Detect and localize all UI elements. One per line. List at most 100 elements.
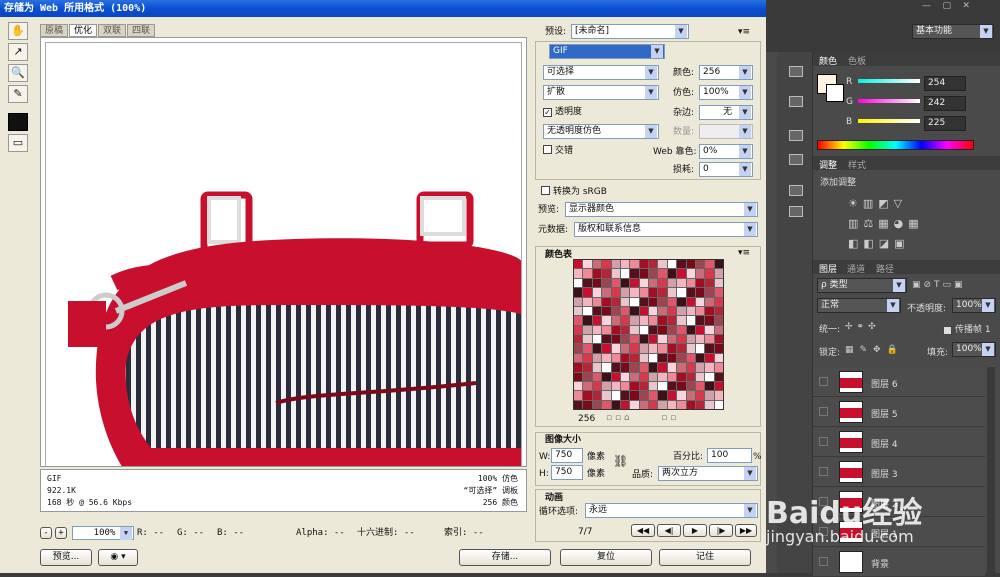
- palette-swatch[interactable]: [602, 278, 611, 288]
- palette-swatch[interactable]: [592, 391, 602, 400]
- palette-swatch[interactable]: [649, 372, 658, 381]
- tab-channels[interactable]: 通道: [847, 262, 865, 275]
- palette-swatch[interactable]: [611, 297, 620, 306]
- palette-swatch[interactable]: [677, 344, 686, 353]
- palette-swatch[interactable]: [639, 297, 648, 306]
- palette-swatch[interactable]: [649, 325, 658, 334]
- palette-swatch[interactable]: [686, 269, 695, 278]
- palette-swatch[interactable]: [611, 381, 620, 391]
- palette-swatch[interactable]: [630, 269, 639, 278]
- palette-swatch[interactable]: [639, 260, 648, 269]
- palette-swatch[interactable]: [705, 400, 714, 409]
- palette-swatch[interactable]: [611, 325, 620, 334]
- transparency-dither-select[interactable]: 无透明度仿色: [543, 124, 659, 139]
- palette-swatch[interactable]: [714, 269, 723, 278]
- zoom-select[interactable]: 100%: [72, 526, 134, 540]
- palette-swatch[interactable]: [695, 344, 705, 353]
- tool-preset-icon[interactable]: [789, 154, 803, 165]
- palette-swatch[interactable]: [611, 335, 620, 344]
- palette-swatch[interactable]: [574, 335, 583, 344]
- adjustment-icons[interactable]: ☀▥◩▽ ▥⚖▦◕▦ ◧◧◪▣: [848, 194, 958, 254]
- palette-swatch[interactable]: [667, 325, 677, 334]
- palette-swatch[interactable]: [583, 344, 592, 353]
- palette-swatch[interactable]: [630, 316, 639, 325]
- palette-swatch[interactable]: [705, 381, 714, 391]
- palette-swatch[interactable]: [630, 391, 639, 400]
- palette-swatch[interactable]: [658, 260, 667, 269]
- palette-swatch[interactable]: [620, 325, 630, 334]
- height-input[interactable]: 750: [551, 465, 583, 480]
- palette-swatch[interactable]: [695, 288, 705, 297]
- palette-swatch[interactable]: [686, 363, 695, 372]
- palette-swatch[interactable]: [630, 260, 639, 269]
- palette-swatch[interactable]: [677, 269, 686, 278]
- color-table-menu-icon[interactable]: ▾≡: [738, 247, 750, 259]
- palette-swatch[interactable]: [677, 297, 686, 306]
- palette-swatch[interactable]: [695, 400, 705, 409]
- palette-swatch[interactable]: [611, 363, 620, 372]
- palette-swatch[interactable]: [695, 260, 705, 269]
- palette-swatch[interactable]: [686, 391, 695, 400]
- opacity-input[interactable]: 100%: [952, 298, 996, 313]
- palette-swatch[interactable]: [649, 260, 658, 269]
- palette-swatch[interactable]: [583, 391, 592, 400]
- palette-swatch[interactable]: [592, 306, 602, 316]
- format-select[interactable]: GIF: [549, 44, 665, 59]
- palette-swatch[interactable]: [667, 353, 677, 363]
- palette-swatch[interactable]: [686, 381, 695, 391]
- palette-swatch[interactable]: [602, 363, 611, 372]
- preview-button[interactable]: 预览...: [40, 549, 92, 566]
- palette-swatch[interactable]: [667, 381, 677, 391]
- colors-input[interactable]: 256: [699, 65, 753, 80]
- palette-swatch[interactable]: [658, 278, 667, 288]
- palette-swatch[interactable]: [705, 353, 714, 363]
- palette-swatch[interactable]: [714, 372, 723, 381]
- palette-swatch[interactable]: [639, 353, 648, 363]
- palette-swatch[interactable]: [620, 353, 630, 363]
- palette-swatch[interactable]: [620, 316, 630, 325]
- percent-input[interactable]: 100: [707, 448, 752, 463]
- palette-swatch[interactable]: [574, 288, 583, 297]
- palette-swatch[interactable]: [611, 278, 620, 288]
- palette-swatch[interactable]: [686, 316, 695, 325]
- tab-color[interactable]: 颜色: [819, 54, 837, 67]
- last-frame-button[interactable]: ▶▶: [735, 524, 757, 537]
- palette-swatch[interactable]: [677, 260, 686, 269]
- palette-swatch[interactable]: [649, 353, 658, 363]
- palette-swatch[interactable]: [658, 391, 667, 400]
- palette-swatch[interactable]: [630, 335, 639, 344]
- history-icon[interactable]: [789, 66, 803, 77]
- palette-swatch[interactable]: [658, 306, 667, 316]
- zoom-out-button[interactable]: -: [40, 527, 52, 539]
- layer-row[interactable]: 图层 6: [813, 368, 985, 397]
- palette-swatch[interactable]: [714, 325, 723, 334]
- palette-swatch[interactable]: [695, 353, 705, 363]
- eyedropper-tool-icon[interactable]: ✎: [8, 85, 28, 103]
- palette-swatch[interactable]: [695, 278, 705, 288]
- palette-swatch[interactable]: [714, 381, 723, 391]
- palette-swatch[interactable]: [667, 316, 677, 325]
- palette-swatch[interactable]: [649, 344, 658, 353]
- palette-swatch[interactable]: [583, 306, 592, 316]
- palette-swatch[interactable]: [686, 335, 695, 344]
- palette-swatch[interactable]: [639, 381, 648, 391]
- palette-swatch[interactable]: [592, 344, 602, 353]
- palette-swatch[interactable]: [686, 325, 695, 334]
- palette-swatch[interactable]: [602, 316, 611, 325]
- visibility-icon[interactable]: [819, 437, 828, 446]
- palette-swatch[interactable]: [583, 353, 592, 363]
- palette-swatch[interactable]: [658, 269, 667, 278]
- palette-swatch[interactable]: [620, 372, 630, 381]
- palette-swatch[interactable]: [583, 297, 592, 306]
- palette-swatch[interactable]: [574, 344, 583, 353]
- palette-swatch[interactable]: [574, 363, 583, 372]
- palette-swatch[interactable]: [649, 269, 658, 278]
- palette-swatch[interactable]: [611, 353, 620, 363]
- tab-adjustments[interactable]: 调整: [819, 158, 837, 171]
- palette-swatch[interactable]: [705, 325, 714, 334]
- palette-swatch[interactable]: [639, 335, 648, 344]
- tab-layers[interactable]: 图层: [819, 262, 837, 275]
- palette-swatch[interactable]: [686, 278, 695, 288]
- palette-swatch[interactable]: [630, 306, 639, 316]
- palette-swatch[interactable]: [705, 391, 714, 400]
